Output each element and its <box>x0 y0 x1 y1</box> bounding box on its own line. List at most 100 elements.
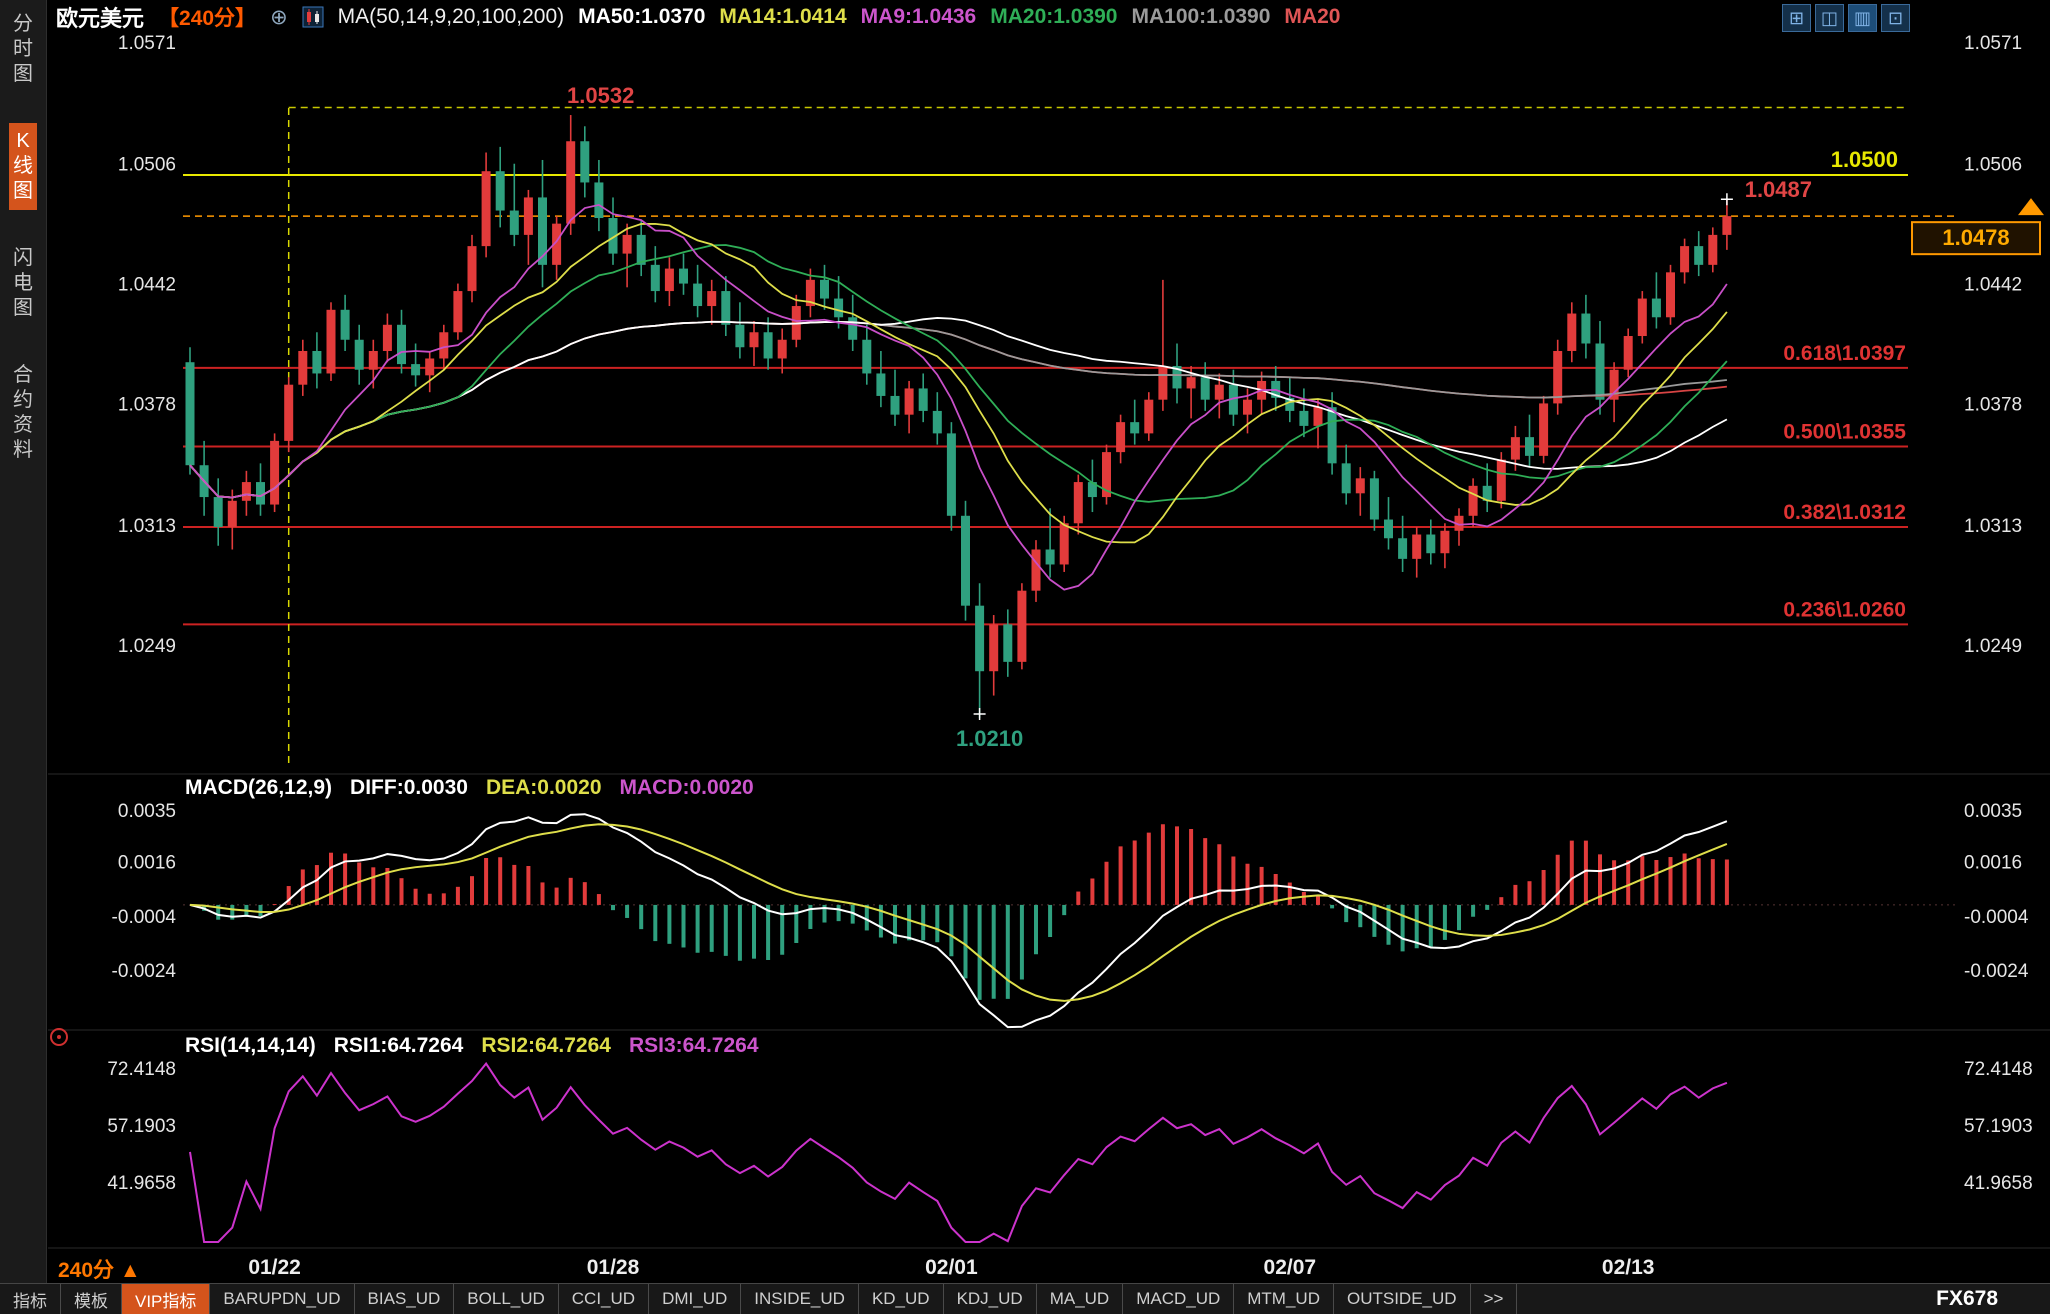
tab-cci[interactable]: CCI_UD <box>559 1284 649 1314</box>
svg-text:1.0506: 1.0506 <box>1964 155 2022 176</box>
sidebar-item-lightning[interactable]: 闪电图 <box>9 240 37 327</box>
svg-text:0.500\1.0355: 0.500\1.0355 <box>1783 420 1906 443</box>
ma-line-20 <box>190 245 1727 502</box>
ma14-value: MA14:1.0414 <box>719 5 846 29</box>
svg-text:0.0016: 0.0016 <box>118 853 176 874</box>
rsi-title: RSI(14,14,14) <box>185 1034 316 1058</box>
svg-text:1.0442: 1.0442 <box>118 275 176 296</box>
svg-text:41.9658: 41.9658 <box>107 1173 176 1194</box>
tab-vip-indicator[interactable]: VIP指标 <box>122 1284 210 1314</box>
svg-text:-0.0024: -0.0024 <box>1964 961 2029 982</box>
tab-inside[interactable]: INSIDE_UD <box>741 1284 859 1314</box>
svg-text:02/01: 02/01 <box>925 1256 978 1279</box>
macd-dea-value: DEA:0.0020 <box>486 776 602 800</box>
sidebar-item-timeshare[interactable]: 分时图 <box>9 6 37 93</box>
macd-diff-value: DIFF:0.0030 <box>350 776 468 800</box>
svg-text:1.0500: 1.0500 <box>1831 147 1898 172</box>
rsi1-value: RSI1:64.7264 <box>334 1034 464 1058</box>
sidebar-item-contract-info[interactable]: 合约资料 <box>9 357 37 469</box>
chart-canvas[interactable]: 0.618\1.03970.500\1.03550.382\1.03120.23… <box>0 0 2050 1314</box>
svg-text:1.0571: 1.0571 <box>1964 33 2022 54</box>
trading-app-window: 0.618\1.03970.500\1.03550.382\1.03120.23… <box>0 0 2050 1314</box>
ma50-value: MA50:1.0370 <box>578 5 705 29</box>
layout-next-icon[interactable]: ⊡ <box>1881 4 1910 32</box>
svg-text:1.0313: 1.0313 <box>118 516 176 537</box>
ma9-value: MA9:1.0436 <box>861 5 977 29</box>
tab-dmi[interactable]: DMI_UD <box>649 1284 741 1314</box>
tab-macd[interactable]: MACD_UD <box>1123 1284 1234 1314</box>
rsi3-value: RSI3:64.7264 <box>629 1034 759 1058</box>
svg-text:1.0532: 1.0532 <box>567 83 634 108</box>
fib-retracement[interactable]: 0.618\1.03970.500\1.03550.382\1.03120.23… <box>183 342 1908 625</box>
macd-title: MACD(26,12,9) <box>185 776 332 800</box>
svg-text:-0.0004: -0.0004 <box>112 907 177 928</box>
sidebar-item-kline[interactable]: K线图 <box>9 123 37 210</box>
tab-ma[interactable]: MA_UD <box>1037 1284 1124 1314</box>
timeframe-indicator[interactable]: 240分 ▲ <box>58 1254 141 1284</box>
svg-text:1.0249: 1.0249 <box>1964 636 2022 657</box>
svg-text:01/28: 01/28 <box>587 1256 640 1279</box>
tab-kd[interactable]: KD_UD <box>859 1284 944 1314</box>
svg-text:41.9658: 41.9658 <box>1964 1173 2033 1194</box>
ma-config-label: MA(50,14,9,20,100,200) <box>338 5 565 29</box>
svg-text:0.0035: 0.0035 <box>118 801 176 822</box>
tab-kdj[interactable]: KDJ_UD <box>944 1284 1037 1314</box>
ma-line-14 <box>190 224 1727 542</box>
ma20-value: MA20:1.0390 <box>990 5 1117 29</box>
brand-logo: FX678 <box>1936 1284 2050 1314</box>
svg-text:-0.0024: -0.0024 <box>112 961 177 982</box>
svg-text:72.4148: 72.4148 <box>107 1059 176 1080</box>
ma-line-100 <box>190 322 1727 498</box>
svg-text:01/22: 01/22 <box>248 1256 301 1279</box>
macd-histogram <box>190 824 1727 1000</box>
layout-toolbar: ⊞ ◫ ▥ ⊡ <box>1782 4 1910 32</box>
svg-text:0.618\1.0397: 0.618\1.0397 <box>1783 342 1906 365</box>
layout-grid-icon[interactable]: ⊞ <box>1782 4 1811 32</box>
svg-text:72.4148: 72.4148 <box>1964 1059 2033 1080</box>
symbol-name: 欧元美元 <box>56 1 144 33</box>
svg-text:1.0506: 1.0506 <box>118 155 176 176</box>
svg-text:1.0478: 1.0478 <box>1942 225 2009 250</box>
svg-text:-0.0004: -0.0004 <box>1964 907 2029 928</box>
macd-diff-line <box>190 814 1727 1027</box>
tab-template[interactable]: 模板 <box>61 1284 122 1314</box>
tab-indicator[interactable]: 指标 <box>0 1284 61 1314</box>
chart-header: 欧元美元 【240分】 ⊕ MA(50,14,9,20,100,200) MA5… <box>56 2 1340 32</box>
indicator-tabbar: 指标 模板 VIP指标 BARUPDN_UD BIAS_UD BOLL_UD C… <box>0 1283 2050 1314</box>
rsi-target-icon[interactable] <box>50 1028 68 1046</box>
layout-split-icon[interactable]: ◫ <box>1815 4 1844 32</box>
price-up-arrow-icon <box>2018 198 2044 215</box>
ma-line-9 <box>190 205 1727 590</box>
tab-boll[interactable]: BOLL_UD <box>454 1284 558 1314</box>
candlestick-mini-icon[interactable] <box>302 6 324 28</box>
up-arrow-icon: ▲ <box>120 1259 141 1282</box>
svg-text:1.0571: 1.0571 <box>118 33 176 54</box>
ma200-value: MA20 <box>1284 5 1340 29</box>
tab-barupdn[interactable]: BARUPDN_UD <box>210 1284 354 1314</box>
rsi2-value: RSI2:64.7264 <box>481 1034 611 1058</box>
svg-text:1.0313: 1.0313 <box>1964 516 2022 537</box>
rsi-line <box>190 1064 1727 1242</box>
svg-text:1.0249: 1.0249 <box>118 636 176 657</box>
svg-text:0.0035: 0.0035 <box>1964 801 2022 822</box>
last-price-tag: 1.0478 <box>1912 222 2040 254</box>
price-hlines[interactable]: 1.0500 <box>183 108 1955 217</box>
rsi-header: RSI(14,14,14) RSI1:64.7264 RSI2:64.7264 … <box>185 1034 759 1058</box>
svg-text:1.0210: 1.0210 <box>956 726 1023 751</box>
svg-text:1.0487: 1.0487 <box>1745 177 1812 202</box>
tab-mtm[interactable]: MTM_UD <box>1234 1284 1334 1314</box>
svg-text:1.0442: 1.0442 <box>1964 275 2022 296</box>
add-indicator-icon[interactable]: ⊕ <box>270 5 288 30</box>
svg-text:57.1903: 57.1903 <box>1964 1116 2033 1137</box>
period-label[interactable]: 【240分】 <box>158 2 256 32</box>
tab-bias[interactable]: BIAS_UD <box>355 1284 455 1314</box>
tab-outside[interactable]: OUTSIDE_UD <box>1334 1284 1471 1314</box>
svg-text:0.236\1.0260: 0.236\1.0260 <box>1783 598 1906 621</box>
ma100-value: MA100:1.0390 <box>1131 5 1270 29</box>
ma-line-200 <box>190 322 1727 498</box>
svg-text:02/13: 02/13 <box>1602 1256 1655 1279</box>
swing-marker <box>974 708 986 720</box>
layout-chart-icon[interactable]: ▥ <box>1848 4 1877 32</box>
svg-text:1.0378: 1.0378 <box>118 394 176 415</box>
tab-more[interactable]: >> <box>1471 1284 1518 1314</box>
